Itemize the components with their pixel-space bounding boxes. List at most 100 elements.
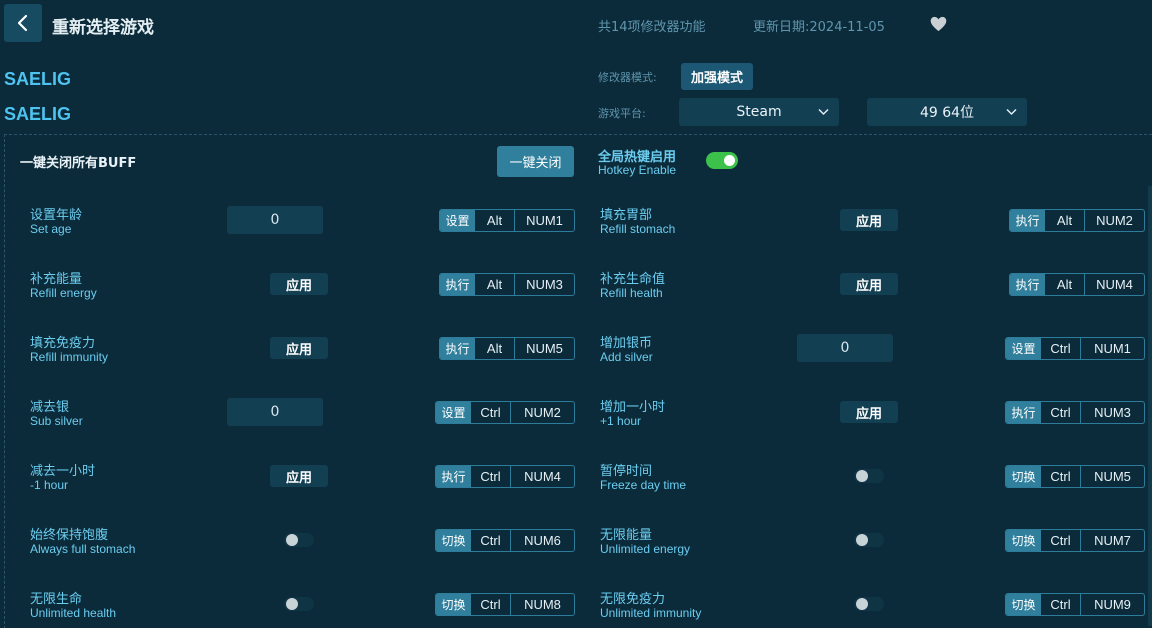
close-all-button[interactable]: 一键关闭 [497,146,574,177]
hotkey-modifier: Ctrl [1041,530,1081,551]
scrollbar-track[interactable] [1148,186,1152,626]
feature-name-en: Unlimited immunity [600,606,702,620]
hotkey-modifier: Alt [1045,210,1085,231]
feature-toggle[interactable] [284,597,314,611]
apply-button[interactable]: 应用 [270,337,328,359]
hotkey-key: NUM2 [524,405,561,420]
features-panel [4,134,1152,628]
feature-name-en: Refill immunity [30,350,109,364]
feature-name-en: Unlimited energy [600,542,691,556]
feature-name-en: Sub silver [30,414,83,428]
hotkey-combo[interactable]: 执行 Alt NUM5 [439,337,575,360]
hotkey-modifier: Alt [475,210,515,231]
hotkey-modifier: Alt [1045,274,1085,295]
feature-toggle[interactable] [854,597,884,611]
apply-button[interactable]: 应用 [840,273,898,295]
platform-label: 游戏平台: [598,107,646,120]
bits-select[interactable]: 49 64位 [867,98,1027,126]
update-date: 更新日期:2024-11-05 [753,20,885,35]
feature-name-en: Refill energy [30,286,97,300]
feature-name-en: Add silver [600,350,653,364]
value-input[interactable]: 0 [227,206,323,234]
hotkey-modifier: Ctrl [1041,338,1081,359]
hotkey-combo[interactable]: 执行 Alt NUM3 [439,273,575,296]
hotkey-modifier: Alt [475,338,515,359]
apply-button[interactable]: 应用 [270,465,328,487]
toggle-knob [856,470,868,482]
chevron-left-icon [17,14,28,32]
feature-toggle[interactable] [854,533,884,547]
hotkey-key: NUM1 [526,213,563,228]
hotkey-combo[interactable]: 设置 Ctrl NUM2 [435,401,575,424]
hotkey-combo[interactable]: 切换 Ctrl NUM9 [1005,593,1145,616]
feature-name: 补充生命值 [600,272,666,287]
feature-name-en: Refill health [600,286,663,300]
hotkey-key: NUM5 [1094,469,1131,484]
hotkey-action-label: 设置 [436,402,471,423]
feature-name: 无限免疫力 [600,592,666,607]
hotkey-key: NUM8 [524,597,561,612]
feature-name: 减去一小时 [30,464,96,479]
apply-button[interactable]: 应用 [270,273,328,295]
back-button[interactable] [4,4,42,42]
hotkey-combo[interactable]: 设置 Alt NUM1 [439,209,575,232]
platform-select[interactable]: Steam [679,98,839,126]
feature-name: 无限生命 [30,592,83,607]
feature-name-en: Refill stomach [600,222,676,236]
feature-name: 补充能量 [30,272,83,287]
feature-name: 设置年龄 [30,208,83,223]
feature-name: 填充胃部 [600,208,653,223]
hotkey-action-label: 切换 [1006,530,1041,551]
feature-name: 始终保持饱腹 [30,528,109,543]
hotkey-action-label: 设置 [1006,338,1041,359]
apply-button[interactable]: 应用 [840,401,898,423]
apply-button[interactable]: 应用 [840,209,898,231]
hotkey-key: NUM1 [1094,341,1131,356]
trainer-count: 共14项修改器功能 [598,20,706,35]
hotkey-enable-toggle[interactable] [706,152,738,169]
mode-label: 修改器模式: [598,71,657,84]
feature-toggle[interactable] [854,469,884,483]
game-name-secondary: SAELIG [4,104,72,124]
hotkey-action-label: 执行 [436,466,471,487]
hotkey-combo[interactable]: 切换 Ctrl NUM5 [1005,465,1145,488]
feature-toggle[interactable] [284,533,314,547]
hotkey-combo[interactable]: 执行 Ctrl NUM4 [435,465,575,488]
hotkey-combo[interactable]: 执行 Ctrl NUM3 [1005,401,1145,424]
hotkey-action-label: 切换 [436,530,471,551]
page-title: 重新选择游戏 [52,18,154,38]
hotkey-key: NUM7 [1094,533,1131,548]
hotkey-combo[interactable]: 切换 Ctrl NUM6 [435,529,575,552]
hotkey-modifier: Ctrl [1041,594,1081,615]
platform-value: Steam [736,104,782,120]
hotkey-key: NUM2 [1096,213,1133,228]
feature-name: 增加银币 [600,336,653,351]
value-input[interactable]: 0 [227,398,323,426]
toggle-knob [856,534,868,546]
hotkey-action-label: 切换 [1006,594,1041,615]
hotkey-key: NUM6 [524,533,561,548]
game-name: SAELIG [4,69,72,89]
hotkey-combo[interactable]: 执行 Alt NUM4 [1009,273,1145,296]
hotkey-combo[interactable]: 切换 Ctrl NUM7 [1005,529,1145,552]
close-all-label: 一键关闭所有BUFF [20,156,137,171]
bits-value: 49 64位 [919,105,975,121]
hotkey-combo[interactable]: 执行 Alt NUM2 [1009,209,1145,232]
hotkey-action-label: 执行 [440,338,475,359]
toggle-knob [286,598,298,610]
mode-button[interactable]: 加强模式 [681,63,753,90]
feature-name: 填充免疫力 [30,336,96,351]
hotkey-modifier: Ctrl [471,402,511,423]
feature-name-en: +1 hour [600,414,642,428]
hotkey-combo[interactable]: 设置 Ctrl NUM1 [1005,337,1145,360]
hotkey-action-label: 执行 [440,274,475,295]
hotkey-action-label: 执行 [1010,210,1045,231]
hotkey-action-label: 切换 [436,594,471,615]
heart-icon[interactable] [930,16,947,32]
hotkey-key: NUM5 [526,341,563,356]
hotkey-combo[interactable]: 切换 Ctrl NUM8 [435,593,575,616]
toggle-knob [856,598,868,610]
toggle-knob [286,534,298,546]
hotkey-key: NUM4 [524,469,561,484]
value-input[interactable]: 0 [797,334,893,362]
